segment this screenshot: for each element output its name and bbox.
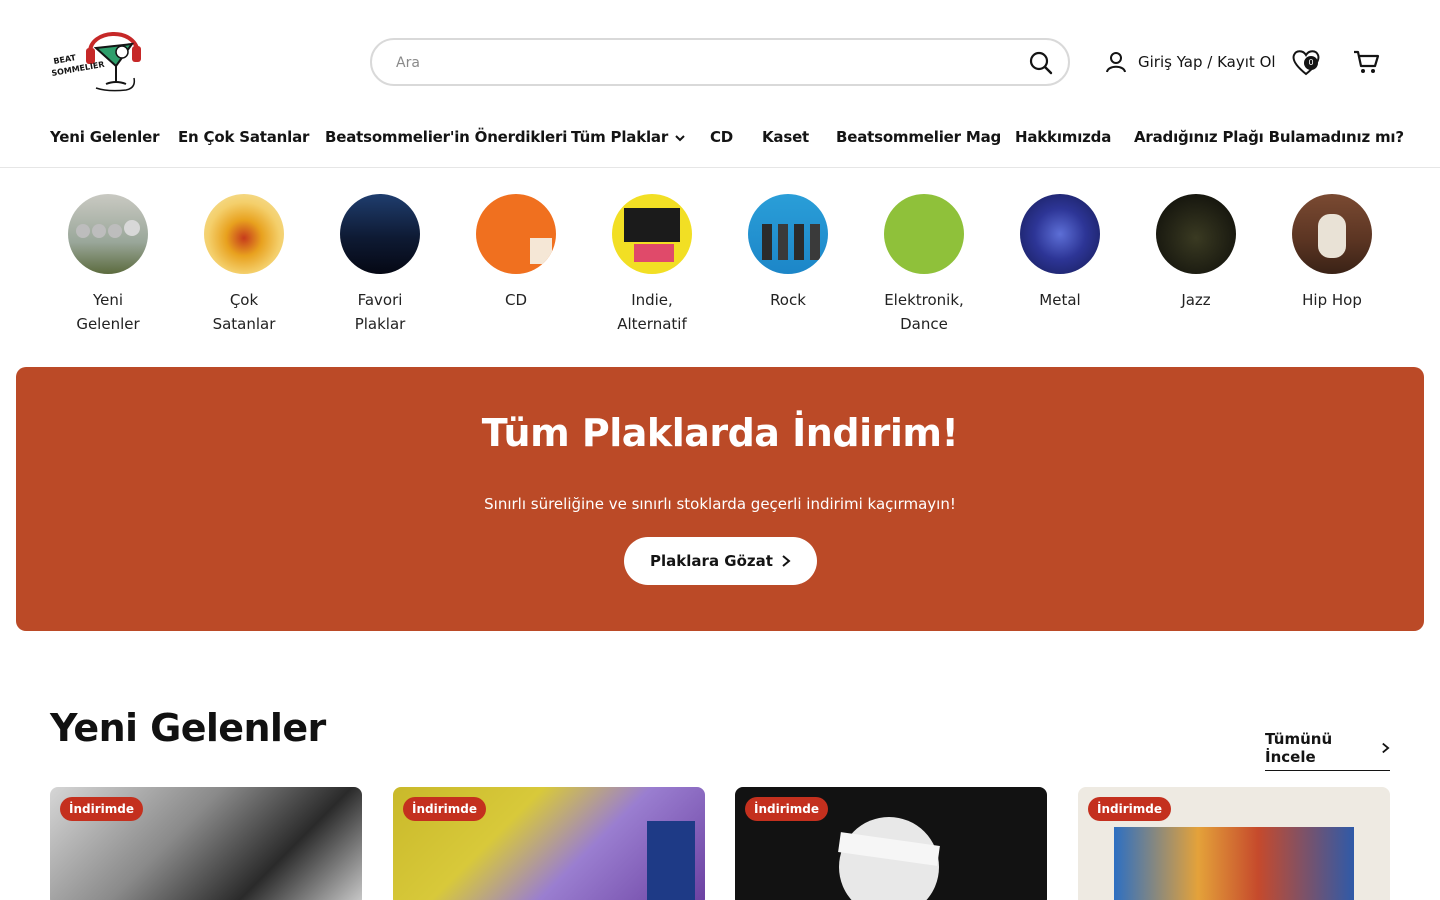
category-label-line1: Çok: [229, 291, 259, 309]
category-jazz[interactable]: Jazz: [1136, 192, 1256, 312]
category-label-line1: Yeni: [92, 291, 124, 309]
beatsommelier-logo[interactable]: BEAT SOMMELIER: [51, 22, 142, 96]
category-carousel: Yeni Gelenler Çok Satanlar Favori Plaklar C…: [0, 192, 1440, 342]
browse-records-label: Plaklara Gözat: [650, 552, 773, 570]
category-image: [476, 194, 556, 274]
category-indie-alternatif[interactable]: Indie, Alternatif: [592, 192, 712, 336]
see-all-label: Tümünü İncele: [1265, 730, 1333, 766]
product-card[interactable]: İndirimde: [393, 787, 705, 900]
category-image: [204, 194, 284, 274]
banner-subtitle: Sınırlı süreliğine ve sınırlı stoklarda …: [484, 495, 956, 513]
chevron-right-icon: [782, 555, 791, 567]
category-image: [68, 194, 148, 274]
nav-en-cok-satanlar[interactable]: En Çok Satanlar: [178, 128, 309, 146]
wishlist-count-badge: 0: [1304, 56, 1318, 70]
category-yeni-gelenler[interactable]: Yeni Gelenler: [48, 192, 168, 336]
category-label-line2: Satanlar: [212, 315, 276, 333]
category-image: [1292, 194, 1372, 274]
category-favori-plaklar[interactable]: Favori Plaklar: [320, 192, 440, 336]
sale-badge: İndirimde: [745, 797, 828, 821]
main-navigation: Yeni Gelenler En Çok Satanlar Beatsommel…: [0, 120, 1440, 168]
category-label-line2: Alternatif: [617, 315, 687, 333]
search-input[interactable]: [396, 51, 996, 75]
category-label-line2: Gelenler: [76, 315, 140, 333]
section-title-new-arrivals: Yeni Gelenler: [50, 706, 326, 750]
category-label-line1: Hip Hop: [1302, 291, 1362, 309]
category-cd[interactable]: CD: [456, 192, 576, 312]
sale-badge: İndirimde: [403, 797, 486, 821]
nav-aradiginiz-plak[interactable]: Aradığınız Plağı Bulamadınız mı?: [1134, 128, 1404, 146]
product-card[interactable]: İndirimde: [735, 787, 1047, 900]
user-icon: [1106, 52, 1126, 73]
nav-kaset[interactable]: Kaset: [762, 128, 809, 146]
browse-records-button[interactable]: Plaklara Gözat: [624, 537, 817, 585]
category-metal[interactable]: Metal: [1000, 192, 1120, 312]
category-image: [748, 194, 828, 274]
see-all-link[interactable]: Tümünü İncele: [1265, 730, 1390, 771]
category-label-line1: Metal: [1039, 291, 1081, 309]
site-header: BEAT SOMMELIER Giriş Yap / Kayıt Ol 0: [0, 0, 1440, 120]
category-elektronik-dance[interactable]: Elektronik, Dance: [864, 192, 984, 336]
chevron-down-icon: [675, 134, 685, 141]
nav-cd[interactable]: CD: [710, 128, 733, 146]
login-register-link[interactable]: Giriş Yap / Kayıt Ol: [1104, 48, 1276, 76]
nav-tum-plaklar-label: Tüm Plaklar: [571, 128, 669, 146]
category-label-line1: Indie,: [631, 291, 673, 309]
category-label-line1: Rock: [770, 291, 806, 309]
product-card[interactable]: İndirimde: [50, 787, 362, 900]
category-image: [1020, 194, 1100, 274]
category-cok-satanlar[interactable]: Çok Satanlar: [184, 192, 304, 336]
nav-hakkimizda[interactable]: Hakkımızda: [1015, 128, 1111, 146]
nav-yeni-gelenler[interactable]: Yeni Gelenler: [50, 128, 159, 146]
nav-tum-plaklar[interactable]: Tüm Plaklar: [571, 128, 686, 146]
category-label-line1: Elektronik,: [884, 291, 964, 309]
banner-title: Tüm Plaklarda İndirim!: [481, 411, 959, 455]
chevron-right-icon: [1382, 742, 1390, 754]
category-image: [1156, 194, 1236, 274]
login-label: Giriş Yap / Kayıt Ol: [1138, 53, 1276, 71]
category-label-line1: Jazz: [1181, 291, 1211, 309]
cart-icon[interactable]: [1352, 48, 1380, 76]
nav-mag[interactable]: Beatsommelier Mag: [836, 128, 1001, 146]
category-image: [340, 194, 420, 274]
album-art-shape: [1114, 827, 1354, 900]
category-image: [612, 194, 692, 274]
category-label-line2: Dance: [900, 315, 948, 333]
category-rock[interactable]: Rock: [728, 192, 848, 312]
category-label-line1: CD: [504, 291, 528, 309]
category-hip-hop[interactable]: Hip Hop: [1272, 192, 1392, 312]
product-card[interactable]: İndirimde: [1078, 787, 1390, 900]
search-bar: [370, 38, 1070, 86]
category-image: [884, 194, 964, 274]
search-icon[interactable]: [1028, 50, 1054, 76]
sale-badge: İndirimde: [1088, 797, 1171, 821]
category-label-line1: Favori: [357, 291, 403, 309]
promo-banner: Tüm Plaklarda İndirim! Sınırlı süreliğin…: [16, 367, 1424, 631]
sale-badge: İndirimde: [60, 797, 143, 821]
nav-onerdikleri[interactable]: Beatsommelier'in Önerdikleri: [325, 128, 567, 146]
svg-text:BEAT: BEAT: [53, 53, 77, 66]
category-label-line2: Plaklar: [354, 315, 406, 333]
album-sticker: [647, 821, 695, 900]
